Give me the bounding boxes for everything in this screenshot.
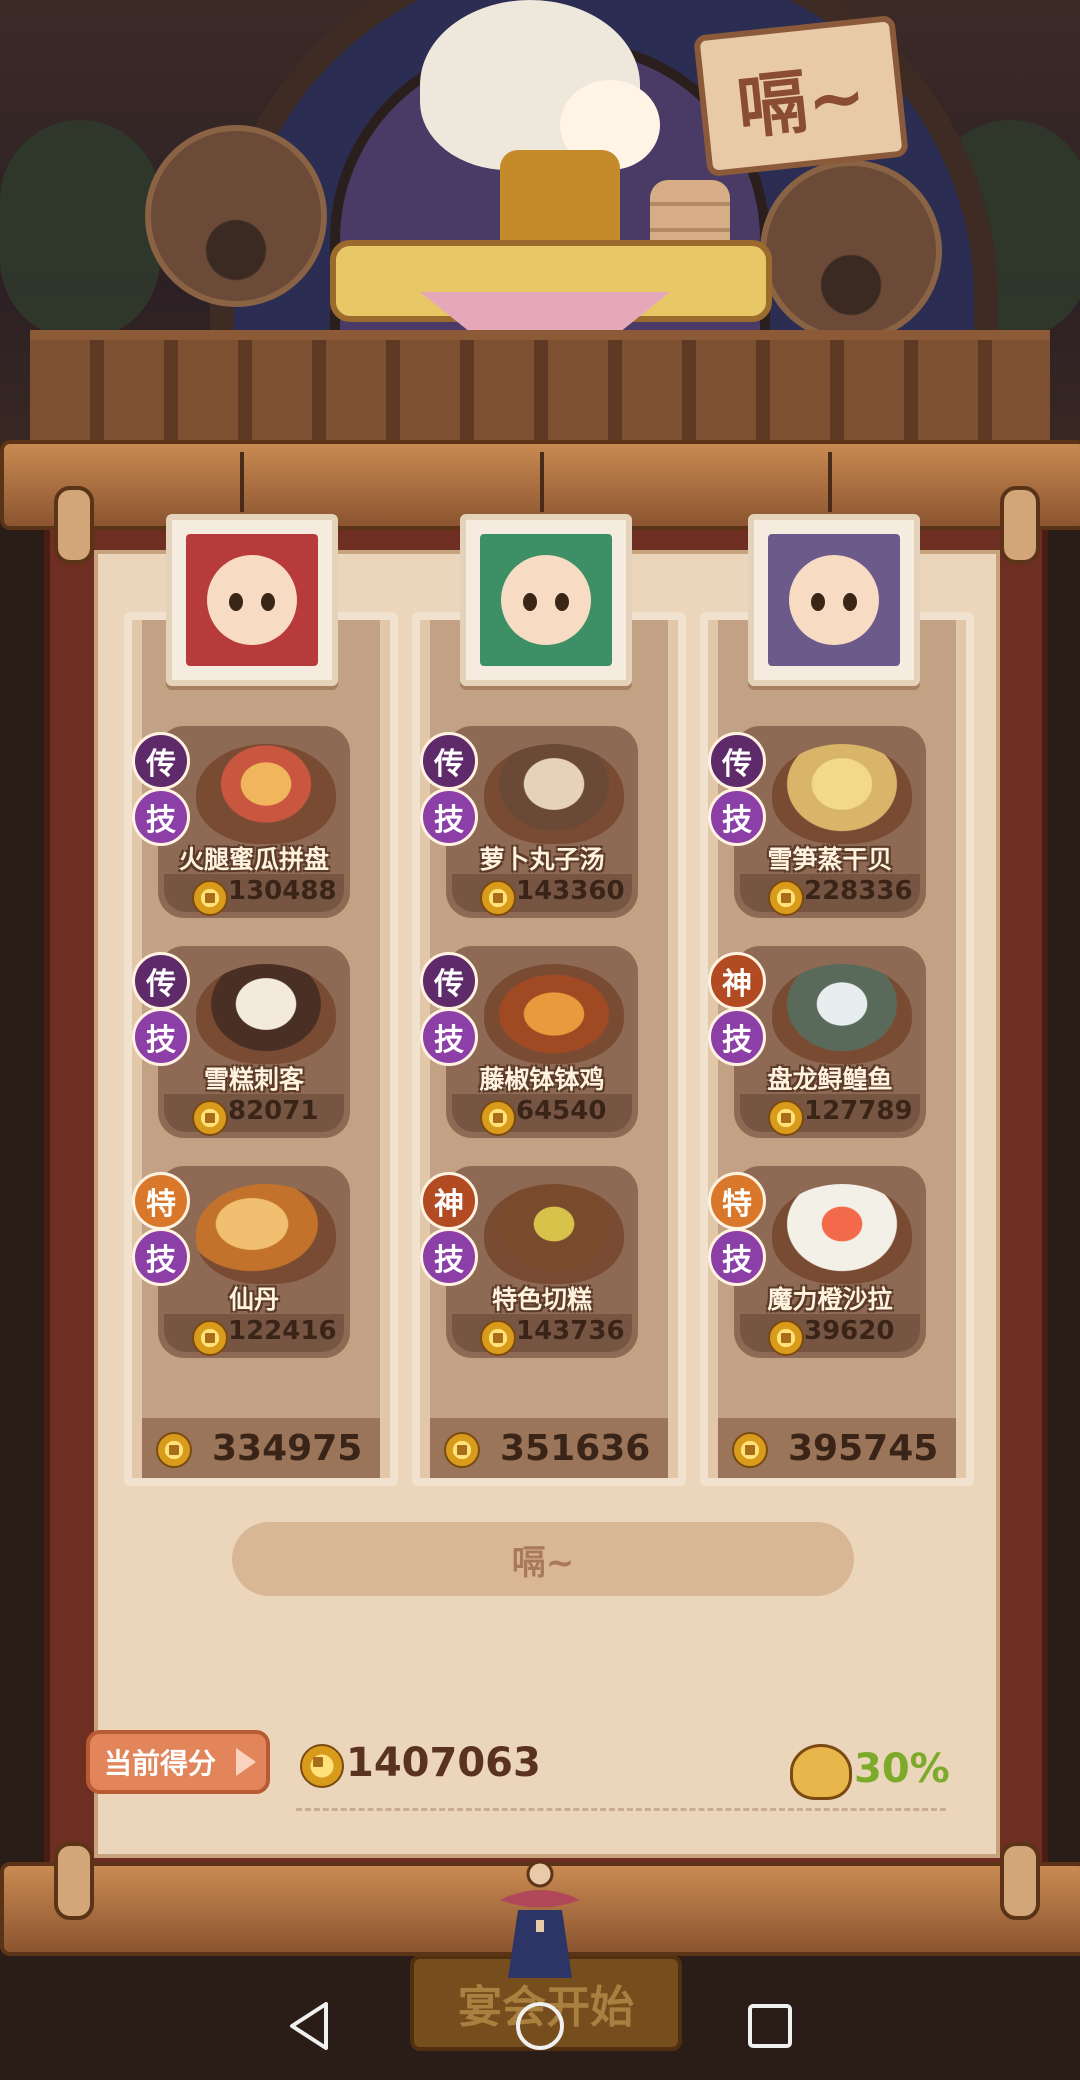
dish-score: 143360: [516, 876, 625, 906]
dish-name: 仙丹: [228, 1285, 279, 1314]
dish-name: 雪笋蒸干贝: [767, 845, 893, 874]
coin-icon: [444, 1432, 480, 1468]
hanging-string: [540, 452, 544, 512]
coin-icon: [300, 1744, 344, 1788]
rarity-badge: 传: [132, 952, 190, 1010]
skill-badge: 技: [420, 1008, 478, 1066]
rarity-badge: 传: [708, 732, 766, 790]
chef-total-score: 395745: [788, 1428, 939, 1469]
scroll-knob-icon: [54, 486, 94, 564]
chef-avatar: [768, 534, 900, 666]
dish-score: 82071: [228, 1096, 319, 1126]
skill-badge: 技: [132, 1008, 190, 1066]
dish-image: [772, 1184, 912, 1284]
dish-image: [196, 1184, 336, 1284]
dish-score: 122416: [228, 1316, 337, 1346]
scroll-knob-icon: [54, 1842, 94, 1920]
skill-badge: 技: [132, 1228, 190, 1286]
fan-left-icon: [145, 125, 327, 307]
dish-name: 萝卜丸子汤: [479, 845, 605, 874]
dish-name: 特色切糕: [491, 1285, 592, 1314]
chef-portrait-2[interactable]: [460, 514, 632, 686]
rarity-badge: 神: [708, 952, 766, 1010]
tassel-icon: [500, 1860, 580, 1978]
burp-sign-text: 嗝~: [733, 53, 870, 149]
skill-badge: 技: [132, 788, 190, 846]
chef-face: [207, 555, 297, 645]
rarity-badge: 特: [708, 1172, 766, 1230]
burp-sign: 嗝~: [693, 14, 909, 178]
plant-left: [0, 120, 160, 340]
back-icon[interactable]: [286, 2000, 332, 2052]
dish-score: 228336: [804, 876, 913, 906]
rarity-badge: 特: [132, 1172, 190, 1230]
dish-image: [484, 964, 624, 1064]
total-score-value: 1407063: [346, 1740, 541, 1786]
skill-badge: 技: [420, 1228, 478, 1286]
skill-badge: 技: [708, 788, 766, 846]
coin-icon: [480, 1320, 516, 1356]
coin-icon: [192, 1100, 228, 1136]
coin-icon: [768, 1320, 804, 1356]
chef-portrait-3[interactable]: [748, 514, 920, 686]
home-icon[interactable]: [514, 2000, 566, 2052]
dish-score: 130488: [228, 876, 337, 906]
column-total-band: 351636: [430, 1418, 668, 1478]
rarity-badge: 传: [420, 952, 478, 1010]
bonus-percent: 30%: [854, 1746, 950, 1792]
hanging-string: [240, 452, 244, 512]
dish-score: 127789: [804, 1096, 913, 1126]
dish-image: [484, 1184, 624, 1284]
scroll-knob-icon: [1000, 1842, 1040, 1920]
dish-score: 143736: [516, 1316, 625, 1346]
system-nav-bar: [0, 1980, 1080, 2080]
recent-apps-icon[interactable]: [746, 2002, 794, 2050]
dish-score: 39620: [804, 1316, 895, 1346]
dish-score: 64540: [516, 1096, 607, 1126]
coin-icon: [156, 1432, 192, 1468]
column-total-band: 334975: [142, 1418, 380, 1478]
coin-icon: [480, 880, 516, 916]
hanging-string: [828, 452, 832, 512]
dish-name: 火腿蜜瓜拼盘: [178, 845, 329, 874]
coin-icon: [192, 1320, 228, 1356]
dish-image: [196, 964, 336, 1064]
rarity-badge: 传: [420, 732, 478, 790]
rarity-badge: 神: [420, 1172, 478, 1230]
chef-total-score: 351636: [500, 1428, 651, 1469]
coin-icon: [768, 880, 804, 916]
score-divider: [296, 1808, 946, 1811]
chef-face: [789, 555, 879, 645]
dish-name: 盘龙鲟鳇鱼: [767, 1065, 893, 1094]
coin-icon: [768, 1100, 804, 1136]
scroll-knob-icon: [1000, 486, 1040, 564]
dish-name: 藤椒钵钵鸡: [479, 1065, 605, 1094]
dish-image: [772, 744, 912, 844]
play-arrow-icon: [236, 1748, 256, 1776]
skill-badge: 技: [708, 1008, 766, 1066]
dish-image: [484, 744, 624, 844]
column-total-band: 395745: [718, 1418, 956, 1478]
dish-name: 雪糕刺客: [203, 1065, 304, 1094]
skill-badge: 技: [420, 788, 478, 846]
coin-icon: [480, 1100, 516, 1136]
rarity-badge: 传: [132, 732, 190, 790]
dish-image: [772, 964, 912, 1064]
fan-right-icon: [760, 160, 942, 342]
current-score-label: 当前得分: [104, 1747, 217, 1780]
chef-face: [501, 555, 591, 645]
chef-avatar: [480, 534, 612, 666]
chef-avatar: [186, 534, 318, 666]
scene-background: 嗝~: [0, 0, 1080, 480]
chef-total-score: 334975: [212, 1428, 363, 1469]
dish-name: 魔力橙沙拉: [767, 1285, 893, 1314]
current-score-tag: 当前得分: [86, 1730, 270, 1794]
burp-button[interactable]: 嗝~: [232, 1522, 854, 1596]
lucky-pot-icon: [790, 1744, 852, 1800]
coin-icon: [732, 1432, 768, 1468]
dish-image: [196, 744, 336, 844]
chef-portrait-1[interactable]: [166, 514, 338, 686]
coin-icon: [192, 880, 228, 916]
skill-badge: 技: [708, 1228, 766, 1286]
